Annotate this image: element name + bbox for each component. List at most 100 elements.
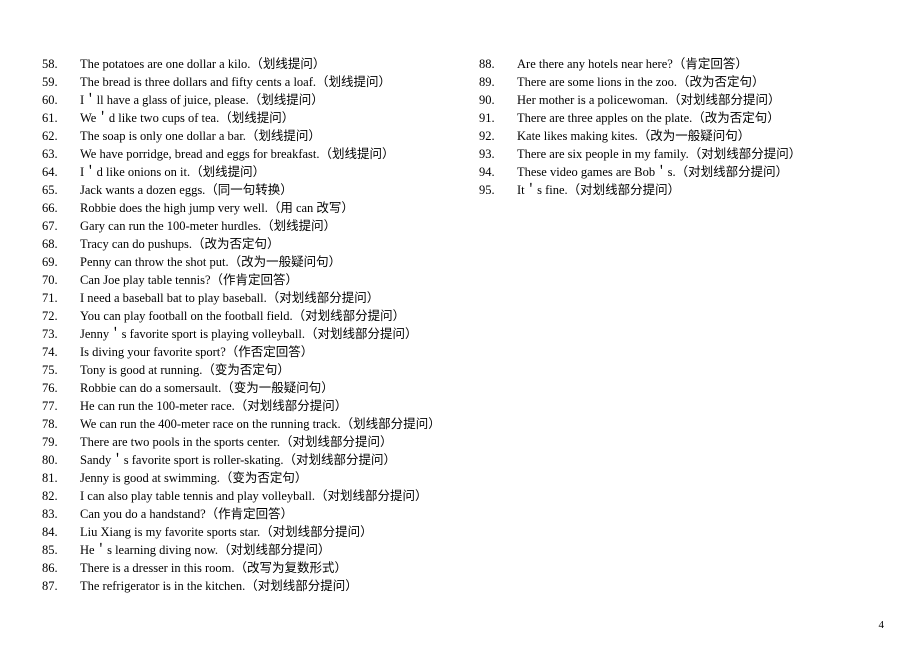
list-item: 65.Jack wants a dozen eggs.（同一句转换） <box>38 181 445 199</box>
list-item: 92.Kate likes making kites.（改为一般疑问句） <box>475 127 882 145</box>
item-number: 61. <box>38 109 80 127</box>
item-text: There are six people in my family.（对划线部分… <box>517 145 882 163</box>
item-text: It＇s fine.（对划线部分提问） <box>517 181 882 199</box>
item-number: 80. <box>38 451 80 469</box>
item-text: Are there any hotels near here?（肯定回答） <box>517 55 882 73</box>
list-item: 89.There are some lions in the zoo.（改为否定… <box>475 73 882 91</box>
page-number: 4 <box>879 619 885 631</box>
item-number: 70. <box>38 271 80 289</box>
list-item: 72.You can play football on the football… <box>38 307 445 325</box>
item-text: He＇s learning diving now.（对划线部分提问） <box>80 541 445 559</box>
item-text: Can you do a handstand?（作肯定回答） <box>80 505 445 523</box>
list-item: 81.Jenny is good at swimming.（变为否定句） <box>38 469 445 487</box>
item-number: 91. <box>475 109 517 127</box>
item-number: 87. <box>38 577 80 595</box>
item-text: Kate likes making kites.（改为一般疑问句） <box>517 127 882 145</box>
item-number: 75. <box>38 361 80 379</box>
item-text: The soap is only one dollar a bar.（划线提问） <box>80 127 445 145</box>
item-number: 76. <box>38 379 80 397</box>
item-number: 89. <box>475 73 517 91</box>
left-column: 58.The potatoes are one dollar a kilo.（划… <box>38 55 445 595</box>
list-item: 84.Liu Xiang is my favorite sports star.… <box>38 523 445 541</box>
item-number: 85. <box>38 541 80 559</box>
list-item: 67.Gary can run the 100-meter hurdles.（划… <box>38 217 445 235</box>
item-text: There is a dresser in this room.（改写为复数形式… <box>80 559 445 577</box>
list-item: 58.The potatoes are one dollar a kilo.（划… <box>38 55 445 73</box>
list-item: 80.Sandy＇s favorite sport is roller-skat… <box>38 451 445 469</box>
list-item: 88.Are there any hotels near here?（肯定回答） <box>475 55 882 73</box>
list-item: 91.There are three apples on the plate.（… <box>475 109 882 127</box>
item-number: 79. <box>38 433 80 451</box>
item-text: We can run the 400-meter race on the run… <box>80 415 445 433</box>
list-item: 61.We＇d like two cups of tea.（划线提问） <box>38 109 445 127</box>
item-number: 86. <box>38 559 80 577</box>
item-number: 93. <box>475 145 517 163</box>
item-text: He can run the 100-meter race.（对划线部分提问） <box>80 397 445 415</box>
item-text: Sandy＇s favorite sport is roller-skating… <box>80 451 445 469</box>
list-item: 76.Robbie can do a somersault.（变为一般疑问句） <box>38 379 445 397</box>
item-number: 77. <box>38 397 80 415</box>
item-number: 73. <box>38 325 80 343</box>
item-text: I can also play table tennis and play vo… <box>80 487 445 505</box>
list-item: 78.We can run the 400-meter race on the … <box>38 415 445 433</box>
item-text: There are two pools in the sports center… <box>80 433 445 451</box>
item-text: The bread is three dollars and fifty cen… <box>80 73 445 91</box>
list-item: 69.Penny can throw the shot put.（改为一般疑问句… <box>38 253 445 271</box>
item-number: 58. <box>38 55 80 73</box>
item-number: 66. <box>38 199 80 217</box>
list-item: 86.There is a dresser in this room.（改写为复… <box>38 559 445 577</box>
item-number: 67. <box>38 217 80 235</box>
item-text: Penny can throw the shot put.（改为一般疑问句） <box>80 253 445 271</box>
item-number: 84. <box>38 523 80 541</box>
item-text: There are some lions in the zoo.（改为否定句） <box>517 73 882 91</box>
item-text: The refrigerator is in the kitchen.（对划线部… <box>80 577 445 595</box>
item-number: 95. <box>475 181 517 199</box>
right-column: 88.Are there any hotels near here?（肯定回答）… <box>475 55 882 595</box>
item-number: 59. <box>38 73 80 91</box>
list-item: 93.There are six people in my family.（对划… <box>475 145 882 163</box>
item-number: 83. <box>38 505 80 523</box>
list-item: 87.The refrigerator is in the kitchen.（对… <box>38 577 445 595</box>
item-number: 81. <box>38 469 80 487</box>
item-text: I＇ll have a glass of juice, please.（划线提问… <box>80 91 445 109</box>
item-text: Tony is good at running.（变为否定句） <box>80 361 445 379</box>
item-number: 92. <box>475 127 517 145</box>
item-number: 72. <box>38 307 80 325</box>
item-text: We＇d like two cups of tea.（划线提问） <box>80 109 445 127</box>
list-item: 68.Tracy can do pushups.（改为否定句） <box>38 235 445 253</box>
list-item: 62.The soap is only one dollar a bar.（划线… <box>38 127 445 145</box>
item-text: We have porridge, bread and eggs for bre… <box>80 145 445 163</box>
list-item: 85.He＇s learning diving now.（对划线部分提问） <box>38 541 445 559</box>
item-number: 60. <box>38 91 80 109</box>
list-item: 75.Tony is good at running.（变为否定句） <box>38 361 445 379</box>
item-text: Jack wants a dozen eggs.（同一句转换） <box>80 181 445 199</box>
item-text: Can Joe play table tennis?（作肯定回答） <box>80 271 445 289</box>
item-text: The potatoes are one dollar a kilo.（划线提问… <box>80 55 445 73</box>
item-text: Her mother is a policewoman.（对划线部分提问） <box>517 91 882 109</box>
item-number: 62. <box>38 127 80 145</box>
list-item: 94.These video games are Bob＇s.（对划线部分提问） <box>475 163 882 181</box>
page-content: 58.The potatoes are one dollar a kilo.（划… <box>0 0 920 595</box>
item-text: Robbie does the high jump very well.（用 c… <box>80 199 445 217</box>
list-item: 79.There are two pools in the sports cen… <box>38 433 445 451</box>
item-number: 65. <box>38 181 80 199</box>
item-number: 64. <box>38 163 80 181</box>
item-number: 82. <box>38 487 80 505</box>
list-item: 83.Can you do a handstand?（作肯定回答） <box>38 505 445 523</box>
list-item: 71.I need a baseball bat to play basebal… <box>38 289 445 307</box>
list-item: 70.Can Joe play table tennis?（作肯定回答） <box>38 271 445 289</box>
list-item: 60.I＇ll have a glass of juice, please.（划… <box>38 91 445 109</box>
item-number: 94. <box>475 163 517 181</box>
list-item: 77.He can run the 100-meter race.（对划线部分提… <box>38 397 445 415</box>
item-text: I＇d like onions on it.（划线提问） <box>80 163 445 181</box>
item-text: I need a baseball bat to play baseball.（… <box>80 289 445 307</box>
item-text: Is diving your favorite sport?（作否定回答） <box>80 343 445 361</box>
item-text: Robbie can do a somersault.（变为一般疑问句） <box>80 379 445 397</box>
item-text: Gary can run the 100-meter hurdles.（划线提问… <box>80 217 445 235</box>
item-text: These video games are Bob＇s.（对划线部分提问） <box>517 163 882 181</box>
item-text: Jenny is good at swimming.（变为否定句） <box>80 469 445 487</box>
item-number: 78. <box>38 415 80 433</box>
item-number: 88. <box>475 55 517 73</box>
item-number: 63. <box>38 145 80 163</box>
item-text: You can play football on the football fi… <box>80 307 445 325</box>
